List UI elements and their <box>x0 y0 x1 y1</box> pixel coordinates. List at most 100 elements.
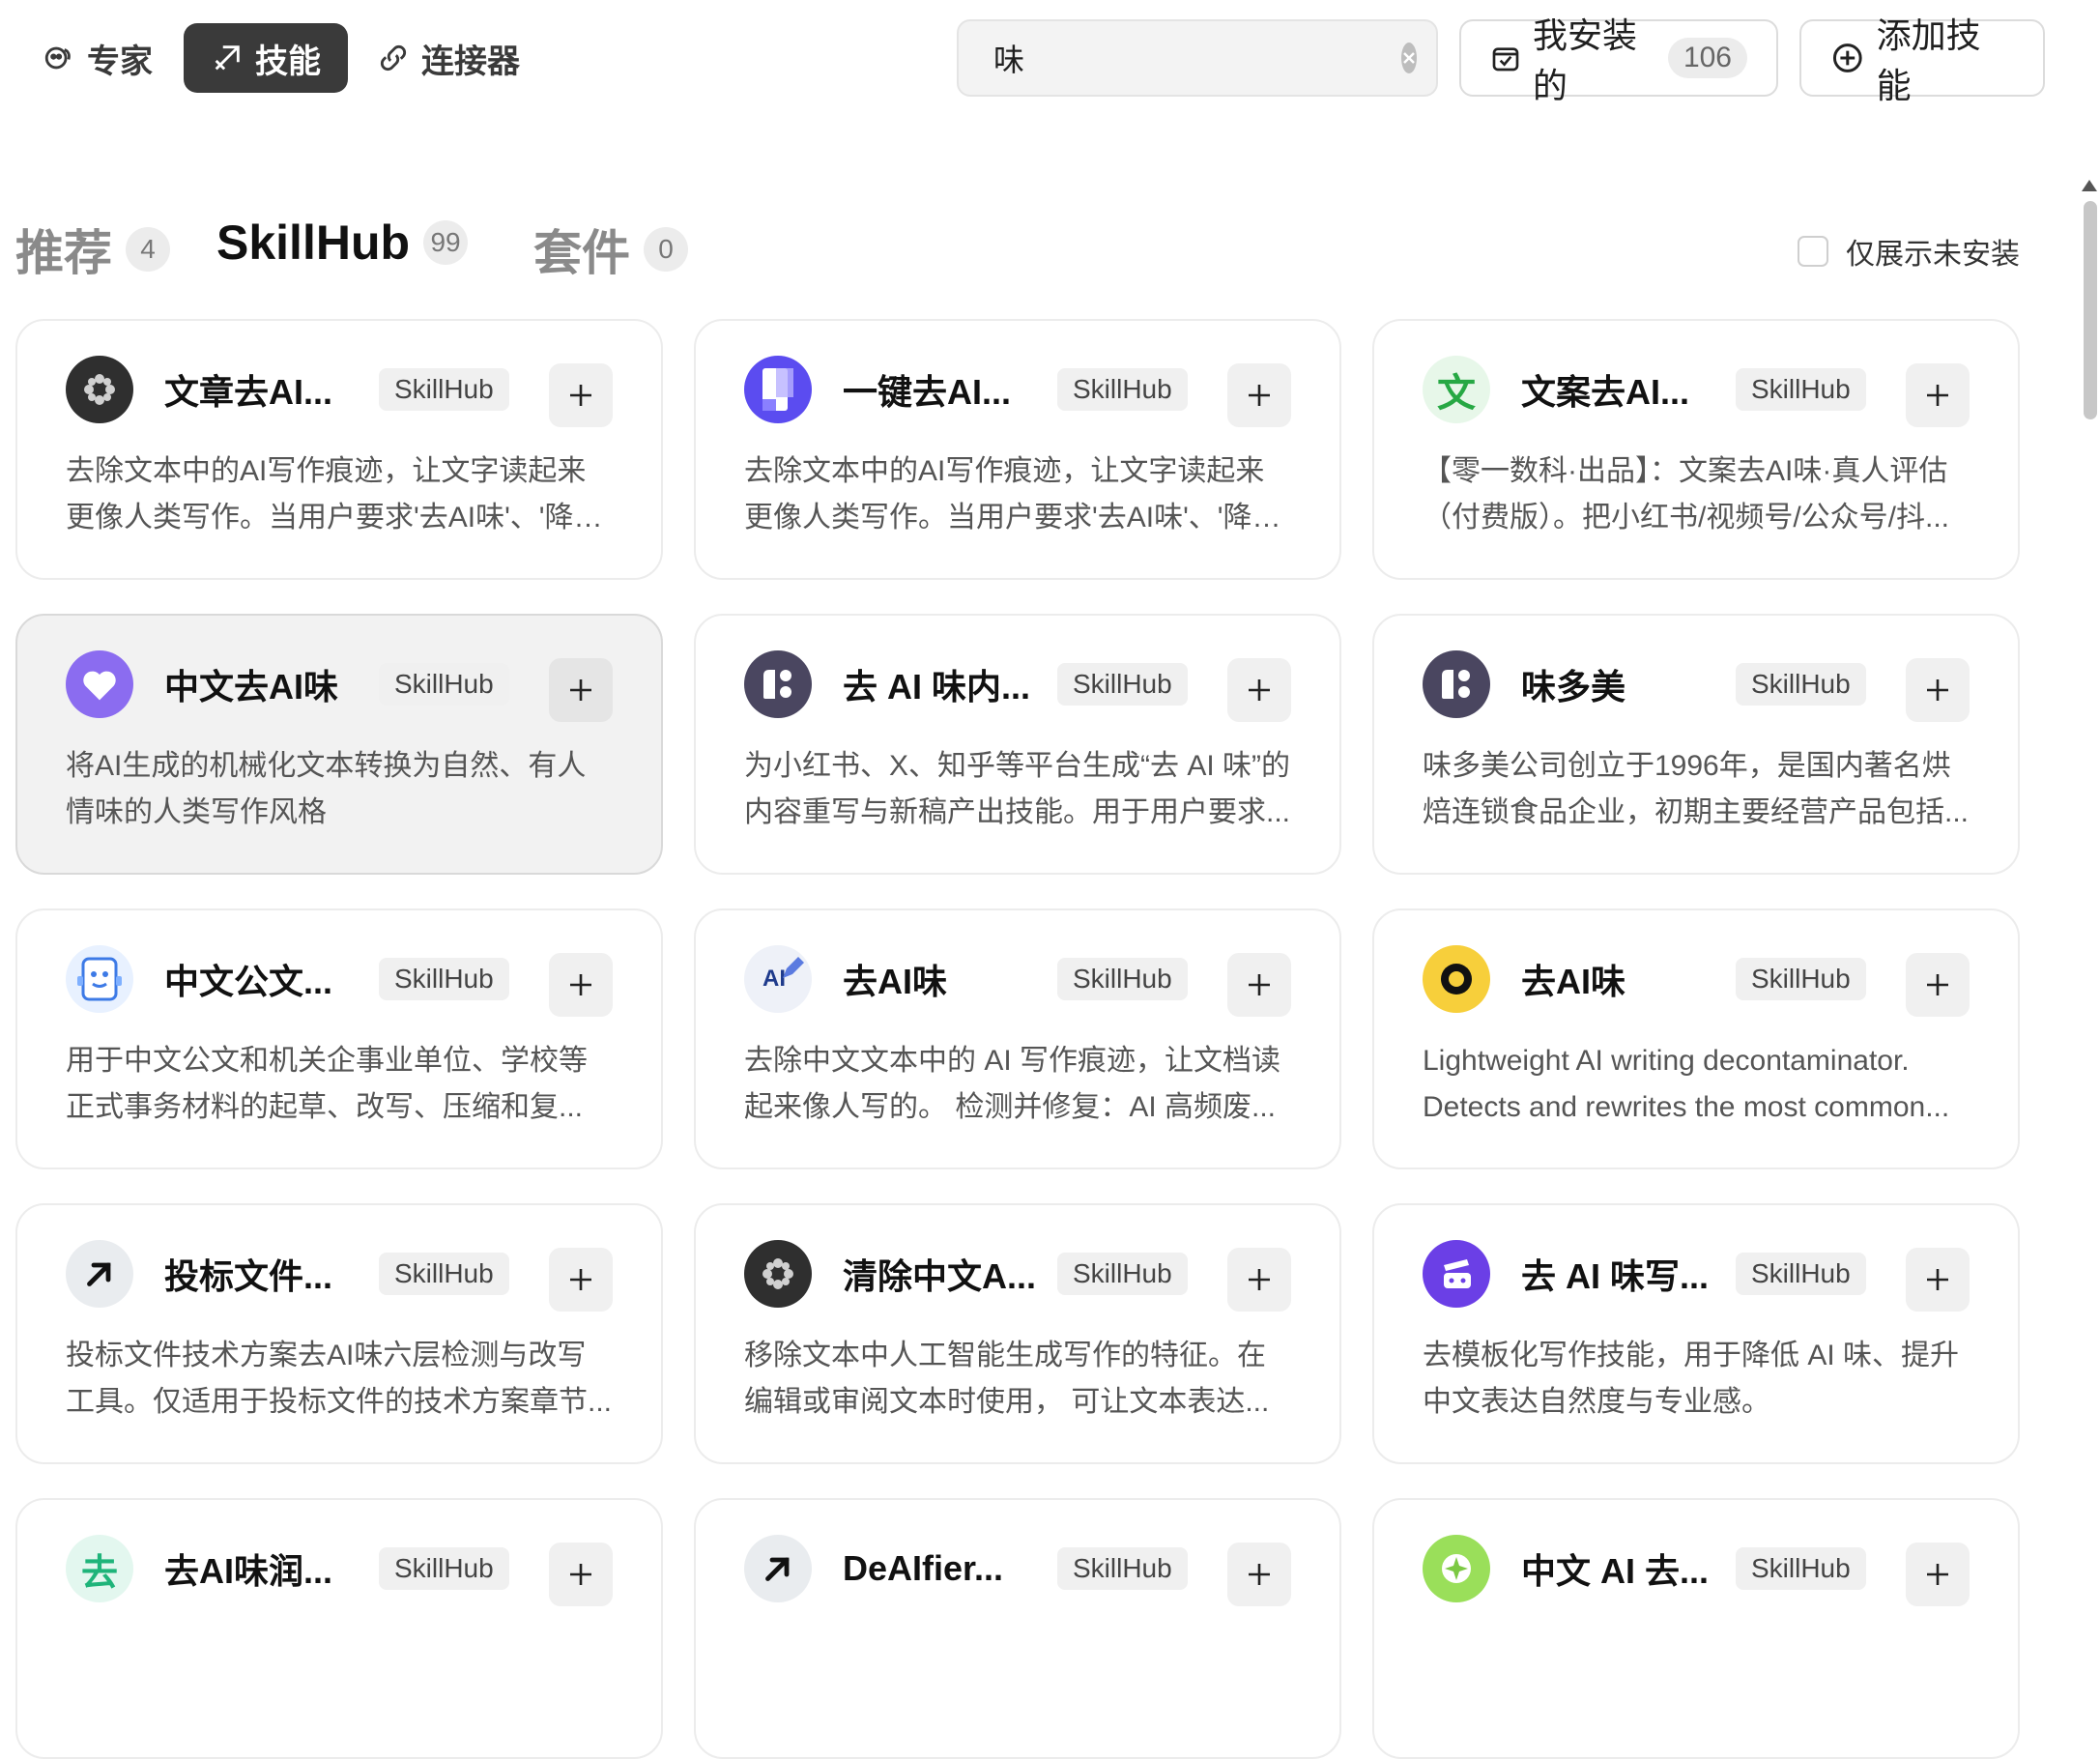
skill-card[interactable]: 味多美 SkillHub 味多美公司创立于1996年，是国内著名烘焙连锁食品企业… <box>1372 614 2020 875</box>
tab-skillhub[interactable]: SkillHub 99 <box>216 215 469 271</box>
skill-title: DeAIfier... <box>843 1548 1004 1588</box>
skillhub-badge: SkillHub <box>379 368 509 411</box>
plus-icon <box>1927 1564 1948 1585</box>
skillhub-badge: SkillHub <box>1057 1547 1188 1590</box>
skillhub-badge: SkillHub <box>379 1547 509 1590</box>
arrow-up-right-icon <box>744 1535 812 1602</box>
uninstalled-only-label: 仅展示未安装 <box>1846 239 2020 271</box>
skill-card[interactable]: 文章去AI... SkillHub 去除文本中的AI写作痕迹，让文字读起来更像人… <box>15 319 663 580</box>
close-icon <box>1403 52 1415 64</box>
uninstalled-only-filter[interactable]: 仅展示未安装 <box>1798 230 2020 273</box>
tab-suites[interactable]: 套件 0 <box>533 215 688 284</box>
add-skill-card-button[interactable] <box>1227 363 1291 427</box>
plus-icon <box>1927 1269 1948 1290</box>
scroll-up-arrow[interactable] <box>2082 180 2097 191</box>
add-skill-card-button[interactable] <box>1906 658 1970 722</box>
skill-card[interactable]: 一键去AI... SkillHub 去除文本中的AI写作痕迹，让文字读起来更像人… <box>694 319 1341 580</box>
add-skill-card-button[interactable] <box>549 363 613 427</box>
skillhub-badge: SkillHub <box>379 958 509 1000</box>
skill-card[interactable]: 去AI味 SkillHub Lightweight AI writing dec… <box>1372 908 2020 1169</box>
clear-search-button[interactable] <box>1401 43 1417 73</box>
skill-card[interactable]: 去 AI 味内... SkillHub 为小红书、X、知乎等平台生成“去 AI … <box>694 614 1341 875</box>
shape-blocks-icon <box>1423 650 1490 718</box>
skillhub-badge: SkillHub <box>1736 958 1866 1000</box>
uninstalled-only-checkbox[interactable] <box>1798 236 1828 267</box>
my-installed-button[interactable]: 我安装的 106 <box>1459 15 1778 105</box>
skill-card[interactable]: AI 去AI味 SkillHub 去除中文文本中的 AI 写作痕迹，让文档读起来… <box>694 908 1341 1169</box>
skill-card[interactable]: 去 去AI味润... SkillHub <box>15 1498 663 1759</box>
plus-circle-icon <box>1832 43 1862 72</box>
qu-character-icon: 去 <box>66 1535 133 1602</box>
tab-recommended[interactable]: 推荐 4 <box>15 215 170 284</box>
tab-skillhub-label: SkillHub <box>216 216 411 270</box>
add-skill-card-button[interactable] <box>1906 1248 1970 1312</box>
skillhub-badge: SkillHub <box>379 663 509 706</box>
skill-card[interactable]: 投标文件... SkillHub 投标文件技术方案去AI味六层检测与改写工具。仅… <box>15 1203 663 1464</box>
skill-description: 将AI生成的机械化文本转换为自然、有人情味的人类写作风格 <box>66 750 587 828</box>
skill-card[interactable]: 清除中文A... SkillHub 移除文本中人工智能生成写作的特征。在编辑或审… <box>694 1203 1341 1464</box>
scrollbar-thumb[interactable] <box>2084 201 2097 419</box>
skill-card[interactable]: 中文公文... SkillHub 用于中文公文和机关企事业单位、学校等正式事务材… <box>15 908 663 1169</box>
skill-description: 【零一数科·出品】：文案去AI味·真人评估（付费版）。把小红书/视频号/公众号/… <box>1423 455 1950 533</box>
skillhub-badge: SkillHub <box>1736 1547 1866 1590</box>
add-skill-card-button[interactable] <box>549 1543 613 1606</box>
shape-blocks-icon <box>744 650 812 718</box>
tab-suites-count: 0 <box>644 227 688 272</box>
skill-card[interactable]: DeAIfier... SkillHub <box>694 1498 1341 1759</box>
skill-description: 去除文本中的AI写作痕迹，让文字读起来更像人类写作。当用户要求'去AI味'、'降… <box>66 455 587 533</box>
tab-experts[interactable]: 专家 <box>15 23 180 93</box>
add-skill-card-button[interactable] <box>1227 658 1291 722</box>
add-skill-card-button[interactable] <box>549 1248 613 1312</box>
wen-character: 文 <box>1437 372 1476 415</box>
skill-title: 投标文件... <box>164 1256 333 1296</box>
skillhub-badge: SkillHub <box>1057 1253 1188 1295</box>
robot-paper-icon <box>66 945 133 1013</box>
add-skill-button[interactable]: 添加技能 <box>1799 15 2045 105</box>
expert-icon <box>44 46 71 70</box>
skill-title: 去 AI 味写... <box>1521 1256 1710 1296</box>
tab-recommended-label: 推荐 <box>15 226 112 280</box>
tab-connectors[interactable]: 连接器 <box>350 23 547 93</box>
add-skill-card-button[interactable] <box>1227 1543 1291 1606</box>
add-skill-card-button[interactable] <box>1906 363 1970 427</box>
add-skill-card-button[interactable] <box>1227 953 1291 1017</box>
tab-skillhub-count: 99 <box>423 220 469 265</box>
skill-card[interactable]: 文 文案去AI... SkillHub 【零一数科·出品】：文案去AI味·真人评… <box>1372 319 2020 580</box>
heart-icon <box>66 650 133 718</box>
skill-description: 投标文件技术方案去AI味六层检测与改写工具。仅适用于投标文件的技术方案章节... <box>66 1340 613 1418</box>
add-skill-card-button[interactable] <box>549 953 613 1017</box>
skill-card-grid: 文章去AI... SkillHub 去除文本中的AI写作痕迹，让文字读起来更像人… <box>15 319 2020 1759</box>
add-skill-card-button[interactable] <box>1906 953 1970 1017</box>
link-icon <box>380 44 407 72</box>
plus-icon <box>1927 679 1948 701</box>
tab-skills[interactable]: 技能 <box>184 23 348 93</box>
skill-description: 味多美公司创立于1996年，是国内著名烘焙连锁食品企业，初期主要经营产品包括..… <box>1423 750 1970 828</box>
search-input[interactable] <box>992 39 1401 77</box>
plus-icon <box>1927 385 1948 406</box>
skillhub-badge: SkillHub <box>1736 1253 1866 1295</box>
skillhub-badge: SkillHub <box>1057 958 1188 1000</box>
skillhub-badge: SkillHub <box>1736 663 1866 706</box>
skill-description: 去除中文文本中的 AI 写作痕迹，让文档读起来像人写的。 检测并修复：AI 高频… <box>744 1045 1281 1123</box>
skill-card[interactable]: 中文去AI味 SkillHub 将AI生成的机械化文本转换为自然、有人情味的人类… <box>15 614 663 875</box>
face-card-icon <box>1423 1240 1490 1308</box>
flower-dots-icon <box>66 356 133 423</box>
skill-title: 清除中文A... <box>843 1256 1036 1296</box>
skill-card[interactable]: 去 AI 味写... SkillHub 去模板化写作技能，用于降低 AI 味、提… <box>1372 1203 2020 1464</box>
ring-icon <box>1423 945 1490 1013</box>
skill-icon <box>215 45 240 71</box>
skill-card[interactable]: 中文 AI 去... SkillHub <box>1372 1498 2020 1759</box>
add-skill-card-button[interactable] <box>549 658 613 722</box>
plus-icon <box>570 1564 591 1585</box>
my-installed-label: 我安装的 <box>1532 15 1637 105</box>
plus-icon <box>1249 1564 1270 1585</box>
skill-title: 一键去AI... <box>843 372 1012 412</box>
plus-icon <box>1927 974 1948 995</box>
skill-title: 中文公文... <box>164 962 333 1001</box>
skillhub-badge: SkillHub <box>1736 368 1866 411</box>
installed-count: 106 <box>1667 38 1747 78</box>
skill-description: 为小红书、X、知乎等平台生成“去 AI 味”的内容重写与新稿产出技能。用于用户要… <box>744 750 1291 828</box>
add-skill-card-button[interactable] <box>1906 1543 1970 1606</box>
skill-title: 去AI味 <box>1521 962 1626 1001</box>
add-skill-card-button[interactable] <box>1227 1248 1291 1312</box>
